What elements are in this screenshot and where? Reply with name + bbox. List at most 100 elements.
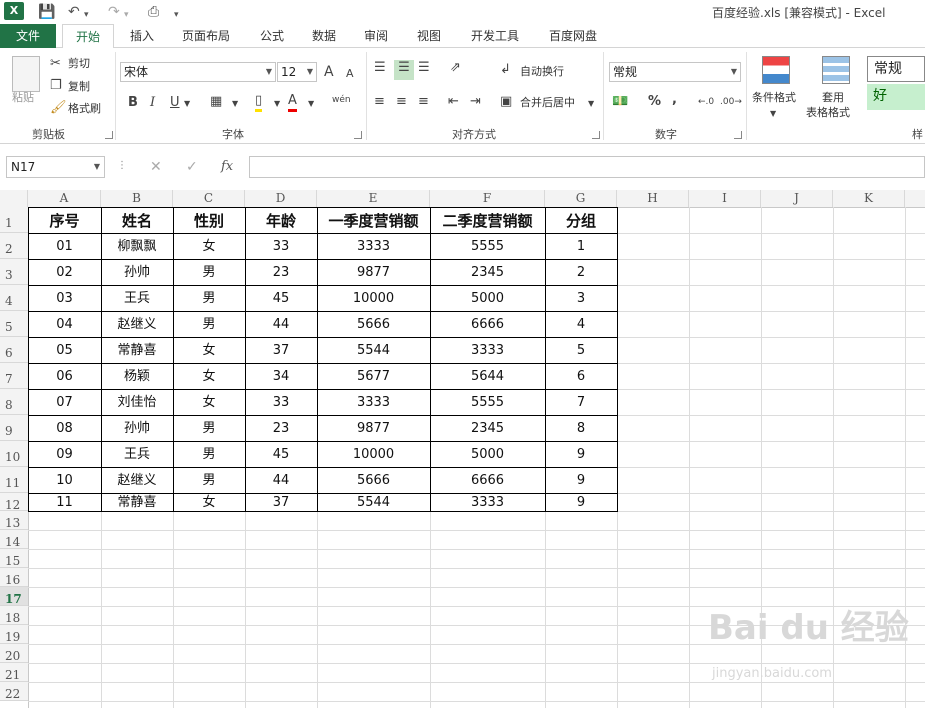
table-cell[interactable]: 1 [545, 233, 617, 259]
table-cell[interactable]: 5000 [430, 285, 545, 311]
underline-dropdown-icon[interactable]: ▼ [184, 96, 190, 112]
borders-icon[interactable]: ▦ [210, 94, 222, 110]
table-cell[interactable]: 男 [173, 311, 245, 337]
select-all-corner[interactable] [0, 190, 28, 207]
fill-color-dropdown-icon[interactable]: ▼ [274, 96, 280, 112]
enter-icon[interactable]: ✓ [186, 159, 198, 175]
number-launcher-icon[interactable] [734, 131, 742, 139]
table-cell[interactable]: 8 [545, 415, 617, 441]
table-cell[interactable]: 9 [545, 467, 617, 493]
table-cell[interactable]: 5 [545, 337, 617, 363]
grow-font-icon[interactable]: A [324, 64, 334, 80]
row-header-22[interactable]: 22 [0, 682, 28, 701]
table-cell[interactable]: 孙帅 [101, 415, 173, 441]
table-cell[interactable]: 37 [245, 493, 317, 511]
shrink-font-icon[interactable]: A [346, 66, 354, 82]
table-cell[interactable]: 赵继义 [101, 467, 173, 493]
table-cell[interactable]: 11 [28, 493, 101, 511]
number-format-select[interactable]: 常规 ▼ [609, 62, 741, 82]
merge-dropdown-icon[interactable]: ▼ [588, 96, 594, 112]
column-header-D[interactable]: D [245, 190, 317, 207]
table-cell[interactable]: 07 [28, 389, 101, 415]
table-header-cell[interactable]: 年龄 [245, 207, 317, 233]
table-cell[interactable]: 5544 [317, 493, 430, 511]
table-cell[interactable]: 女 [173, 363, 245, 389]
table-cell[interactable]: 09 [28, 441, 101, 467]
row-header-10[interactable]: 10 [0, 441, 28, 467]
table-cell[interactable]: 5555 [430, 389, 545, 415]
font-size-select[interactable]: 12 ▼ [277, 62, 317, 82]
table-cell[interactable]: 5666 [317, 311, 430, 337]
table-cell[interactable]: 男 [173, 467, 245, 493]
row-header-21[interactable]: 21 [0, 663, 28, 682]
row-header-4[interactable]: 4 [0, 285, 28, 311]
table-cell[interactable]: 3333 [317, 233, 430, 259]
conditional-format-dropdown-icon[interactable]: ▼ [770, 106, 776, 122]
bold-button[interactable]: B [128, 95, 138, 111]
table-cell[interactable]: 2345 [430, 259, 545, 285]
orientation-icon[interactable]: ⇗ [450, 60, 461, 76]
table-cell[interactable]: 4 [545, 311, 617, 337]
table-cell[interactable]: 2 [545, 259, 617, 285]
column-header-J[interactable]: J [761, 190, 833, 207]
decrease-indent-icon[interactable]: ⇤ [448, 94, 459, 110]
table-cell[interactable]: 6666 [430, 311, 545, 337]
row-header-20[interactable]: 20 [0, 644, 28, 663]
fill-color-icon[interactable]: ▯ [255, 93, 263, 112]
borders-dropdown-icon[interactable]: ▼ [232, 96, 238, 112]
column-header-E[interactable]: E [317, 190, 430, 207]
print-preview-icon[interactable]: ⎙ [148, 3, 159, 21]
table-cell[interactable]: 赵继义 [101, 311, 173, 337]
table-cell[interactable]: 5544 [317, 337, 430, 363]
customize-toolbar-icon[interactable]: ▾ [174, 6, 179, 24]
column-header-B[interactable]: B [101, 190, 173, 207]
table-cell[interactable]: 男 [173, 415, 245, 441]
table-cell[interactable]: 10 [28, 467, 101, 493]
table-cell[interactable]: 10000 [317, 441, 430, 467]
italic-button[interactable]: I [150, 95, 155, 111]
paste-button[interactable]: 粘贴 [12, 90, 34, 106]
format-as-table-line1[interactable]: 套用 [822, 90, 844, 106]
table-cell[interactable]: 2345 [430, 415, 545, 441]
tab-baidu-netdisk[interactable]: 百度网盘 [544, 24, 602, 48]
table-cell[interactable]: 孙帅 [101, 259, 173, 285]
table-cell[interactable]: 01 [28, 233, 101, 259]
table-cell[interactable]: 08 [28, 415, 101, 441]
row-header-1[interactable]: 1 [0, 207, 28, 233]
align-center-icon[interactable]: ≡ [396, 94, 407, 110]
column-header-F[interactable]: F [430, 190, 545, 207]
style-normal[interactable]: 常规 [867, 56, 925, 82]
table-cell[interactable]: 06 [28, 363, 101, 389]
redo-icon[interactable]: ↷ [108, 3, 120, 21]
table-cell[interactable]: 9 [545, 493, 617, 511]
align-left-icon[interactable]: ≡ [374, 94, 385, 110]
table-cell[interactable]: 常静喜 [101, 493, 173, 511]
table-cell[interactable]: 女 [173, 389, 245, 415]
table-cell[interactable]: 柳飘飘 [101, 233, 173, 259]
paste-icon[interactable] [12, 56, 40, 92]
save-icon[interactable]: 💾 [38, 3, 55, 21]
table-cell[interactable]: 9877 [317, 415, 430, 441]
row-header-6[interactable]: 6 [0, 337, 28, 363]
font-color-dropdown-icon[interactable]: ▼ [308, 96, 314, 112]
conditional-format-button[interactable]: 条件格式 [752, 90, 796, 106]
phonetic-icon[interactable]: wén [332, 92, 351, 108]
table-cell[interactable]: 女 [173, 233, 245, 259]
insert-function-icon[interactable]: fx [221, 159, 233, 174]
table-header-cell[interactable]: 二季度营销额 [430, 207, 545, 233]
row-header-8[interactable]: 8 [0, 389, 28, 415]
table-cell[interactable]: 男 [173, 259, 245, 285]
underline-button[interactable]: U [170, 95, 180, 111]
percent-button[interactable]: % [648, 94, 661, 110]
table-cell[interactable]: 9877 [317, 259, 430, 285]
column-header-G[interactable]: G [545, 190, 617, 207]
row-header-11[interactable]: 11 [0, 467, 28, 493]
table-cell[interactable]: 37 [245, 337, 317, 363]
tab-review[interactable]: 审阅 [360, 24, 392, 48]
increase-indent-icon[interactable]: ⇥ [470, 94, 481, 110]
row-header-15[interactable]: 15 [0, 549, 28, 568]
table-cell[interactable]: 10000 [317, 285, 430, 311]
table-cell[interactable]: 杨颖 [101, 363, 173, 389]
row-header-13[interactable]: 13 [0, 511, 28, 530]
align-right-icon[interactable]: ≡ [418, 94, 429, 110]
